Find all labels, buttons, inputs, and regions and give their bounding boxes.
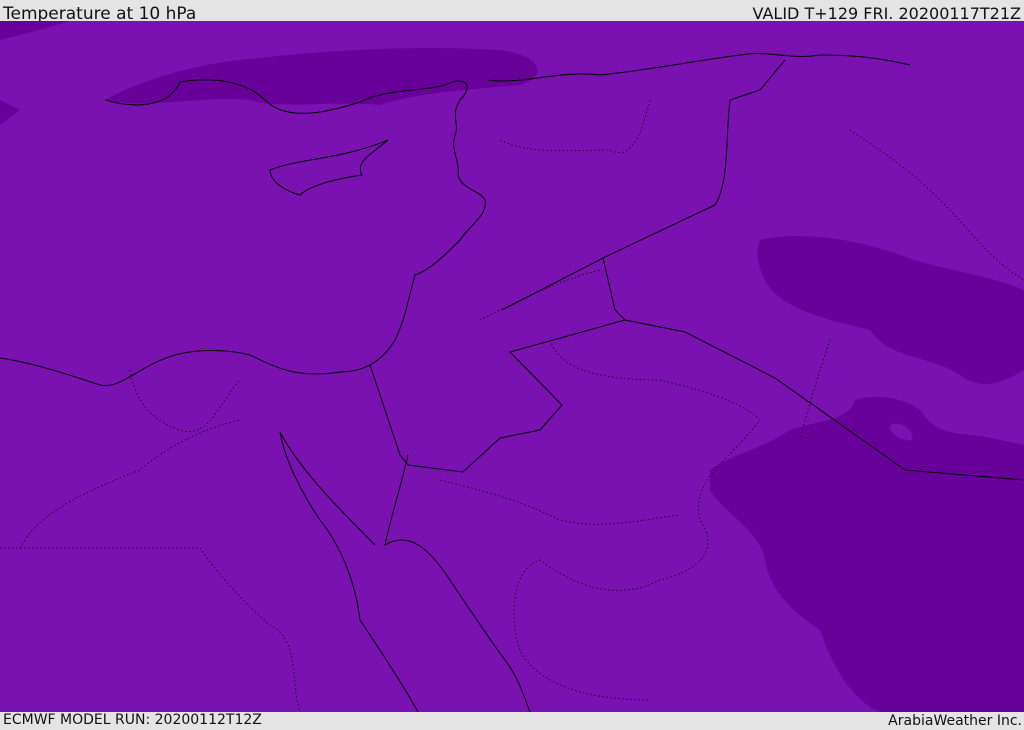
- header-bar: Temperature at 10 hPa VALID T+129 FRI. 2…: [0, 0, 1024, 24]
- footer-bar: ECMWF MODEL RUN: 20200112T12Z ArabiaWeat…: [0, 712, 1024, 729]
- temperature-map[interactable]: [0, 21, 1024, 712]
- credit-label: ArabiaWeather Inc.: [888, 713, 1022, 729]
- model-run: ECMWF MODEL RUN: 20200112T12Z: [3, 712, 262, 728]
